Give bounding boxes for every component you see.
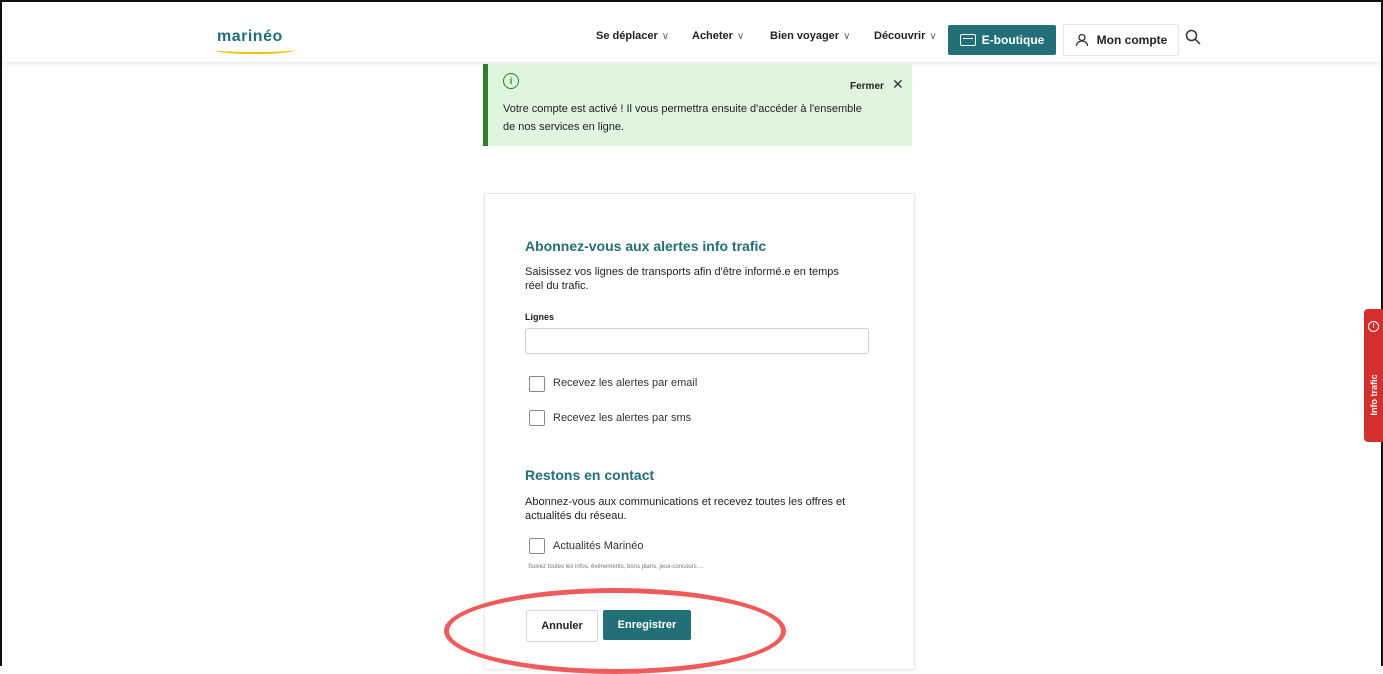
search-icon[interactable] — [1185, 29, 1201, 45]
account-button[interactable]: Mon compte — [1063, 24, 1179, 56]
card-icon — [959, 34, 976, 46]
news-label[interactable]: Actualités Marinéo — [553, 540, 644, 552]
logo-text: marinéo — [217, 28, 283, 45]
alert-close-label[interactable]: Fermer — [850, 81, 884, 92]
info-trafic-tab[interactable]: ! Info trafic — [1364, 309, 1383, 442]
email-alerts-checkbox[interactable] — [529, 376, 545, 392]
user-icon — [1075, 33, 1088, 47]
sms-alerts-checkbox[interactable] — [529, 410, 545, 426]
account-activated-alert: i Fermer ✕ Votre compte est activé ! Il … — [483, 64, 912, 146]
eboutique-button[interactable]: E-boutique — [948, 25, 1056, 55]
chevron-down-icon: ∨ — [929, 31, 937, 42]
lines-input[interactable] — [525, 328, 869, 354]
email-alerts-label[interactable]: Recevez les alertes par email — [553, 377, 697, 389]
alert-icon: ! — [1368, 321, 1379, 332]
info-icon: i — [503, 73, 519, 89]
marineo-logo[interactable]: marinéo — [215, 28, 295, 54]
traffic-alerts-description: Saisissez vos lignes de transports afin … — [525, 266, 839, 292]
contact-title: Restons en contact — [525, 467, 655, 483]
nav-item-se-deplacer[interactable]: Se déplacer ∨ — [596, 30, 669, 42]
sms-alerts-label[interactable]: Recevez les alertes par sms — [553, 412, 691, 424]
close-icon[interactable]: ✕ — [892, 76, 904, 93]
chevron-down-icon: ∨ — [736, 31, 745, 42]
news-hint: Suivez toutes les infos, évènements, bon… — [528, 564, 704, 570]
nav-item-decouvrir[interactable]: Découvrir ∨ — [874, 30, 937, 42]
traffic-alerts-title: Abonnez-vous aux alertes info trafic — [525, 238, 767, 254]
lines-label: Lignes — [525, 312, 555, 322]
news-checkbox[interactable] — [529, 538, 545, 554]
alert-message: Votre compte est activé ! Il vous permet… — [503, 103, 862, 133]
buttons-highlight-ring — [444, 588, 786, 674]
nav-item-acheter[interactable]: Acheter ∨ — [692, 30, 744, 42]
info-trafic-label: Info trafic — [1369, 374, 1379, 416]
site-header: marinéo Se déplacer ∨ Acheter ∨ Bien voyag… — [2, 2, 1381, 62]
contact-description: Abonnez-vous aux communications et recev… — [525, 496, 846, 522]
chevron-down-icon: ∨ — [843, 31, 851, 42]
chevron-down-icon: ∨ — [661, 31, 670, 42]
nav-item-bien-voyager[interactable]: Bien voyager ∨ — [770, 30, 850, 42]
